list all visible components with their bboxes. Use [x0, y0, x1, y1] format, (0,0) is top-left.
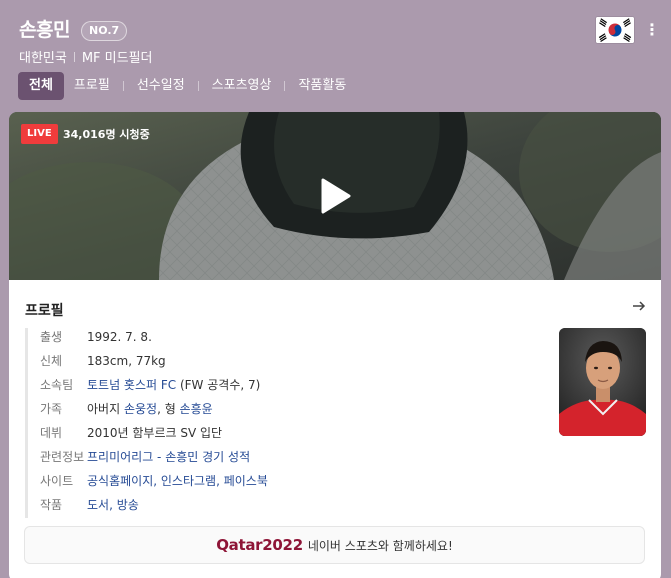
- tab-schedule[interactable]: 선수일정: [127, 72, 195, 100]
- tab-bar: 전체 프로필 선수일정 스포츠영상 작품활동: [18, 72, 356, 100]
- more-vertical-icon[interactable]: ⋮: [644, 19, 660, 41]
- info-value: 공식홈페이지, 인스타그램, 페이스북: [87, 472, 268, 490]
- info-value: 프리미어리그 - 손흥민 경기 성적: [87, 448, 250, 466]
- divider: [73, 52, 75, 62]
- family-text: 아버지: [87, 402, 124, 416]
- info-label: 데뷔: [40, 426, 63, 440]
- player-country[interactable]: 대한민국: [19, 51, 67, 66]
- play-icon[interactable]: [315, 176, 355, 216]
- related-link[interactable]: 프리미어리그 - 손흥민 경기 성적: [87, 450, 250, 464]
- info-value: 183cm, 77kg: [87, 354, 166, 368]
- info-value: 2010년 함부르크 SV 입단: [87, 426, 223, 440]
- profile-info-list: 출생 1992. 7. 8. 신체 183cm, 77kg 소속팀 토트넘 홋스…: [25, 328, 535, 518]
- tab-all[interactable]: 전체: [18, 72, 64, 100]
- info-label: 사이트: [40, 474, 74, 488]
- info-label: 신체: [40, 354, 63, 368]
- info-value: 1992. 7. 8.: [87, 330, 152, 344]
- player-header: 손흥민 NO.7 대한민국 MF 미드필더 ⋮ 전체 프로필 선수일정 스포츠영…: [0, 0, 671, 110]
- info-value: 도서, 방송: [87, 496, 139, 514]
- qatar-logo: Qatar2022: [216, 536, 303, 554]
- main-card: LIVE 34,016명 시청중 프로필 출생 1992. 7. 8. 신체 1…: [9, 112, 661, 578]
- arrow-right-icon[interactable]: [631, 298, 647, 314]
- brother-link[interactable]: 손흥윤: [180, 402, 213, 416]
- family-text: , 형: [157, 402, 180, 416]
- info-label: 관련정보: [40, 450, 85, 464]
- tab-works[interactable]: 작품활동: [288, 72, 356, 100]
- info-value: 아버지 손웅정, 형 손흥윤: [87, 400, 213, 418]
- worldcup-banner[interactable]: Qatar2022 네이버 스포츠와 함께하세요!: [24, 526, 645, 564]
- banner-message: 네이버 스포츠와 함께하세요!: [307, 539, 453, 553]
- tab-divider: [197, 81, 199, 91]
- father-link[interactable]: 손웅정: [124, 402, 157, 416]
- player-subinfo: 대한민국 MF 미드필더: [19, 47, 153, 66]
- live-video-player[interactable]: LIVE 34,016명 시청중: [9, 112, 661, 280]
- sites-link[interactable]: 공식홈페이지, 인스타그램, 페이스북: [87, 474, 268, 488]
- player-photo[interactable]: [559, 328, 646, 436]
- info-label: 작품: [40, 498, 63, 512]
- team-link[interactable]: 토트넘 홋스퍼 FC: [87, 378, 176, 392]
- tab-divider: [122, 81, 124, 91]
- player-name: 손흥민: [19, 19, 70, 41]
- live-badge: LIVE: [21, 124, 58, 144]
- tab-sports-video[interactable]: 스포츠영상: [202, 72, 282, 100]
- info-value: 토트넘 홋스퍼 FC (FW 공격수, 7): [87, 376, 260, 394]
- works-link[interactable]: 도서, 방송: [87, 498, 139, 512]
- tab-profile[interactable]: 프로필: [64, 72, 120, 100]
- viewer-count: 34,016명 시청중: [63, 128, 150, 141]
- player-position: MF 미드필더: [81, 51, 153, 66]
- info-label: 소속팀: [40, 378, 74, 392]
- profile-title[interactable]: 프로필: [25, 300, 64, 320]
- korea-flag-icon: [596, 17, 634, 43]
- team-position: (FW 공격수, 7): [176, 378, 261, 392]
- info-label: 출생: [40, 330, 63, 344]
- info-label: 가족: [40, 402, 63, 416]
- number-badge: NO.7: [81, 21, 128, 41]
- tab-divider: [284, 81, 286, 91]
